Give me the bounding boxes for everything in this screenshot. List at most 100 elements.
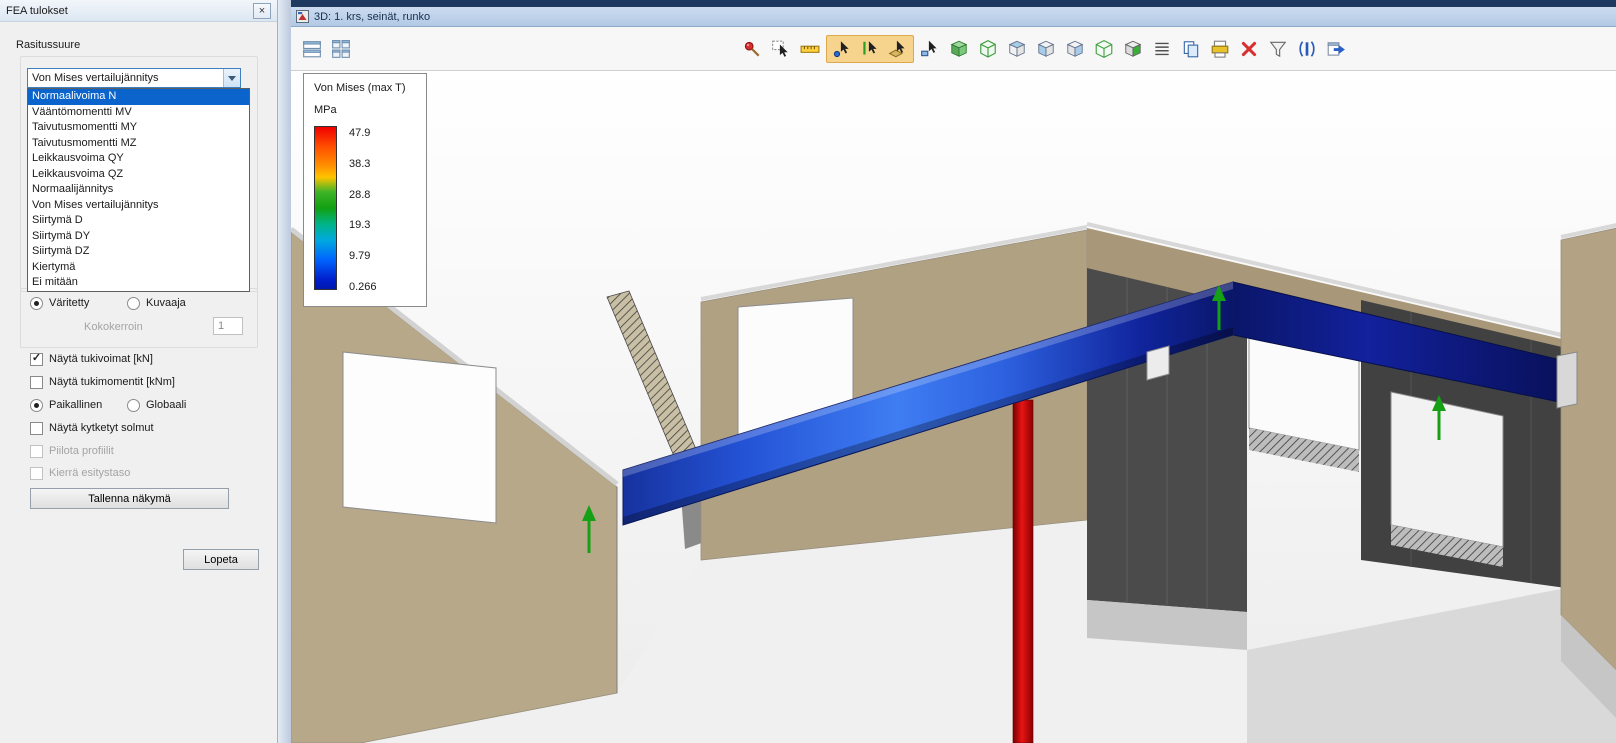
checkbox-rotate-plane: ✓ Kierrä esitystaso: [30, 466, 130, 480]
scale-factor-input: [213, 317, 243, 335]
radio-colored[interactable]: Väritetty: [30, 296, 89, 310]
face-top-icon[interactable]: [1004, 36, 1030, 62]
dropdown-item[interactable]: Leikkausvoima QZ: [28, 167, 249, 183]
select-area-icon[interactable]: [768, 36, 794, 62]
dropdown-item[interactable]: Ei mitään: [28, 275, 249, 291]
dropdown-item[interactable]: Vääntömomentti MV: [28, 105, 249, 121]
highlight-face-icon[interactable]: [1120, 36, 1146, 62]
radio-graph[interactable]: Kuvaaja: [127, 296, 186, 310]
legend-value: 0.266: [349, 281, 377, 293]
export-view-icon[interactable]: [1323, 36, 1349, 62]
save-view-button[interactable]: Tallenna näkymä: [30, 488, 229, 509]
wall-far-right: [1561, 228, 1616, 671]
legend-unit: MPa: [314, 104, 418, 116]
dropdown-item[interactable]: Siirtymä DY: [28, 229, 249, 245]
pick-mode-group: [826, 35, 914, 63]
hide-profiles-label: Piilota profiilit: [49, 445, 114, 457]
radio-local-label: Paikallinen: [49, 399, 102, 411]
radio-icon: [30, 399, 43, 412]
rotate-plane-label: Kierrä esitystaso: [49, 467, 130, 479]
measure-icon[interactable]: [797, 36, 823, 62]
dropdown-item[interactable]: Taivutusmomentti MY: [28, 120, 249, 136]
radio-icon: [127, 399, 140, 412]
dropdown-item[interactable]: Von Mises vertailujännitys: [28, 198, 249, 214]
checkbox-support-forces[interactable]: ✓ Näytä tukivoimat [kN]: [30, 352, 153, 366]
quit-button[interactable]: Lopeta: [183, 549, 259, 570]
legend-values: 47.9 38.3 28.8 19.3 9.79 0.266: [349, 126, 377, 294]
pick-part-icon[interactable]: [917, 36, 943, 62]
checkbox-support-moments[interactable]: ✓ Näytä tukimomentit [kNm]: [30, 375, 175, 389]
list-icon[interactable]: [1149, 36, 1175, 62]
viewport-window: 3D: 1. krs, seinät, runko: [291, 0, 1616, 743]
tile-windows-icon[interactable]: [299, 36, 325, 62]
legend-value: 28.8: [349, 189, 377, 201]
close-button[interactable]: ×: [253, 3, 271, 19]
dialog-title: FEA tulokset: [6, 5, 68, 17]
radio-global[interactable]: Globaali: [127, 398, 186, 412]
viewport-titlebar: 3D: 1. krs, seinät, runko: [291, 7, 1616, 27]
delete-icon[interactable]: [1236, 36, 1262, 62]
pick-face-icon[interactable]: [885, 36, 911, 62]
grid-windows-icon[interactable]: [328, 36, 354, 62]
filter-icon[interactable]: [1265, 36, 1291, 62]
radio-local[interactable]: Paikallinen: [30, 398, 102, 412]
dialog-titlebar: FEA tulokset ×: [0, 0, 277, 22]
radio-global-label: Globaali: [146, 399, 186, 411]
column-red: [1013, 400, 1033, 743]
window-left: [343, 352, 496, 523]
checkbox-icon: ✓: [30, 376, 43, 389]
radio-colored-label: Väritetty: [49, 297, 89, 309]
checkbox-icon: ✓: [30, 353, 43, 366]
checkbox-icon: ✓: [30, 422, 43, 435]
checkbox-hide-profiles: ✓ Piilota profiilit: [30, 444, 114, 458]
legend-value: 19.3: [349, 219, 377, 231]
checkbox-icon: ✓: [30, 445, 43, 458]
panel-divider: [278, 0, 291, 743]
dropdown-item[interactable]: Siirtymä D: [28, 213, 249, 229]
close-icon: ×: [259, 5, 265, 17]
legend-value: 9.79: [349, 250, 377, 262]
mdi-frame-strip: [291, 0, 1616, 7]
viewport-title: 3D: 1. krs, seinät, runko: [314, 11, 430, 23]
combobox-value: Von Mises vertailujännitys: [28, 72, 223, 84]
face-front-icon[interactable]: [1062, 36, 1088, 62]
beam-plate: [1147, 346, 1169, 380]
pick-node-icon[interactable]: [829, 36, 855, 62]
stress-quantity-combobox[interactable]: Von Mises vertailujännitys: [27, 68, 241, 88]
legend-title: Von Mises (max T): [314, 82, 418, 94]
window-right: [1391, 392, 1503, 547]
dialog-body: Rasitussuure Von Mises vertailujännitys …: [0, 22, 277, 743]
stress-quantity-label: Rasitussuure: [16, 39, 80, 51]
radio-icon: [30, 297, 43, 310]
legend-colorbar: [314, 126, 337, 290]
scene-render[interactable]: [291, 71, 1616, 743]
linked-nodes-label: Näytä kytketyt solmut: [49, 422, 154, 434]
dropdown-arrow-icon[interactable]: [223, 69, 240, 87]
wire-box-icon[interactable]: [1091, 36, 1117, 62]
fea-results-panel: FEA tulokset × Rasitussuure Von Mises ve…: [0, 0, 278, 743]
viewport-icon: [296, 10, 309, 23]
legend-value: 47.9: [349, 127, 377, 139]
section-icon[interactable]: [1294, 36, 1320, 62]
dropdown-item[interactable]: Siirtymä DZ: [28, 244, 249, 260]
dropdown-item[interactable]: Taivutusmomentti MZ: [28, 136, 249, 152]
radio-graph-label: Kuvaaja: [146, 297, 186, 309]
dropdown-item[interactable]: Kiertymä: [28, 260, 249, 276]
dropdown-item[interactable]: Normaalivoima N: [28, 89, 249, 105]
radio-icon: [127, 297, 140, 310]
dropdown-item[interactable]: Normaalijännitys: [28, 182, 249, 198]
viewport-toolbar: [291, 27, 1616, 71]
checkbox-linked-nodes[interactable]: ✓ Näytä kytketyt solmut: [30, 421, 154, 435]
dropdown-item[interactable]: Leikkausvoima QY: [28, 151, 249, 167]
scene-3d[interactable]: Von Mises (max T) MPa 47.9 38.3 28.8 19.…: [291, 71, 1616, 743]
scale-factor-label: Kokokerroin: [84, 321, 143, 333]
xray-view-icon[interactable]: [975, 36, 1001, 62]
pin-icon[interactable]: [739, 36, 765, 62]
legend-panel: Von Mises (max T) MPa 47.9 38.3 28.8 19.…: [303, 73, 427, 307]
support-forces-label: Näytä tukivoimat [kN]: [49, 353, 153, 365]
solid-view-icon[interactable]: [946, 36, 972, 62]
pick-line-icon[interactable]: [857, 36, 883, 62]
face-side-icon[interactable]: [1033, 36, 1059, 62]
copy-icon[interactable]: [1178, 36, 1204, 62]
print-icon[interactable]: [1207, 36, 1233, 62]
